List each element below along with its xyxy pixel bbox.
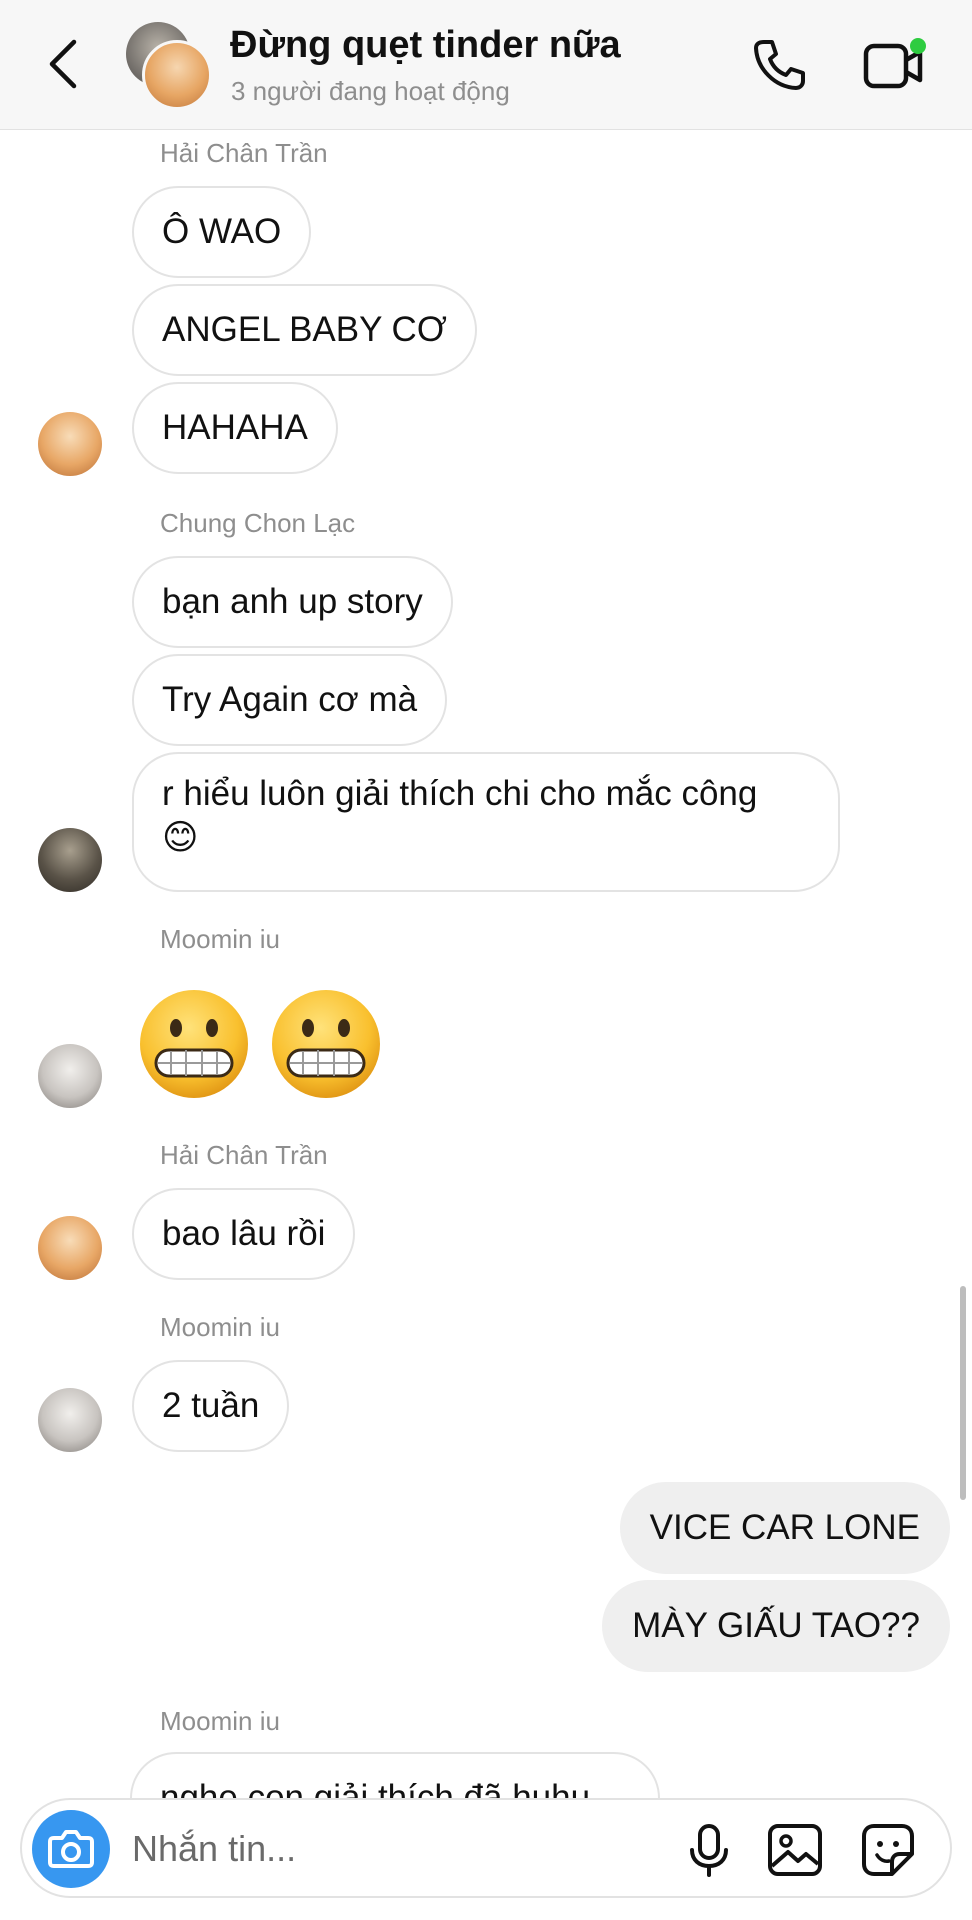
camera-icon bbox=[48, 1830, 94, 1868]
message-bubble[interactable]: bao lâu rồi bbox=[132, 1188, 356, 1280]
message-bubble[interactable]: Try Again cơ mà bbox=[132, 654, 448, 746]
sender-name: Moomin iu bbox=[160, 1706, 280, 1736]
message-bubble[interactable]: r hiểu luôn giải thích chi cho mắc công … bbox=[132, 752, 840, 892]
message-bubble[interactable]: HAHAHA bbox=[132, 382, 338, 474]
voice-call-button[interactable] bbox=[750, 36, 808, 94]
video-call-button[interactable] bbox=[862, 36, 932, 94]
avatar[interactable] bbox=[38, 1216, 102, 1280]
sticker-button[interactable] bbox=[860, 1822, 916, 1878]
scrollbar[interactable] bbox=[960, 1286, 966, 1500]
back-button[interactable] bbox=[44, 36, 84, 92]
message-clip: nghe con giải thích đã huhu bbox=[130, 1752, 670, 1798]
active-status: 3 người đang hoạt động bbox=[231, 76, 510, 106]
image-icon bbox=[768, 1824, 822, 1876]
chat-title[interactable]: Đừng quẹt tinder nữa bbox=[230, 24, 621, 67]
sender-name: Moomin iu bbox=[160, 1312, 280, 1342]
group-avatar[interactable] bbox=[126, 22, 212, 110]
camera-button[interactable] bbox=[32, 1810, 110, 1888]
message-bubble[interactable]: bạn anh up story bbox=[132, 556, 453, 648]
avatar[interactable] bbox=[38, 1388, 102, 1452]
online-indicator bbox=[910, 38, 926, 54]
message-composer bbox=[20, 1798, 952, 1898]
microphone-icon bbox=[690, 1824, 728, 1877]
sender-name: Chung Chon Lạc bbox=[160, 508, 356, 538]
phone-icon bbox=[754, 40, 805, 90]
sender-name: Moomin iu bbox=[160, 924, 280, 954]
gallery-button[interactable] bbox=[766, 1822, 824, 1878]
chat-header: Đừng quẹt tinder nữa 3 người đang hoạt đ… bbox=[0, 0, 972, 130]
grimacing-face-icon bbox=[272, 990, 380, 1098]
sender-name: Hải Chân Trần bbox=[160, 1140, 328, 1170]
grimacing-face-emoji[interactable] bbox=[138, 988, 250, 1100]
group-avatar-front bbox=[142, 40, 212, 110]
avatar[interactable] bbox=[38, 412, 102, 476]
sticker-icon bbox=[862, 1824, 914, 1876]
message-bubble[interactable]: ANGEL BABY CƠ bbox=[132, 284, 477, 376]
message-bubble[interactable]: nghe con giải thích đã huhu bbox=[130, 1752, 660, 1798]
grimacing-face-icon bbox=[140, 990, 248, 1098]
grimacing-face-emoji[interactable] bbox=[270, 988, 382, 1100]
message-bubble[interactable]: 2 tuần bbox=[132, 1360, 290, 1452]
message-input[interactable] bbox=[132, 1822, 662, 1876]
smiling-face-emoji: 😊 bbox=[162, 818, 199, 857]
own-message-bubble[interactable]: MÀY GIẤU TAO?? bbox=[602, 1580, 950, 1672]
avatar[interactable] bbox=[38, 828, 102, 892]
message-text: r hiểu luôn giải thích chi cho mắc công bbox=[162, 774, 758, 813]
voice-message-button[interactable] bbox=[684, 1822, 734, 1878]
avatar[interactable] bbox=[38, 1044, 102, 1108]
message-bubble[interactable]: Ô WAO bbox=[132, 186, 312, 278]
sender-name: Hải Chân Trần bbox=[160, 138, 328, 168]
own-message-bubble[interactable]: VICE CAR LONE bbox=[619, 1482, 950, 1574]
chevron-left-icon bbox=[49, 39, 77, 89]
